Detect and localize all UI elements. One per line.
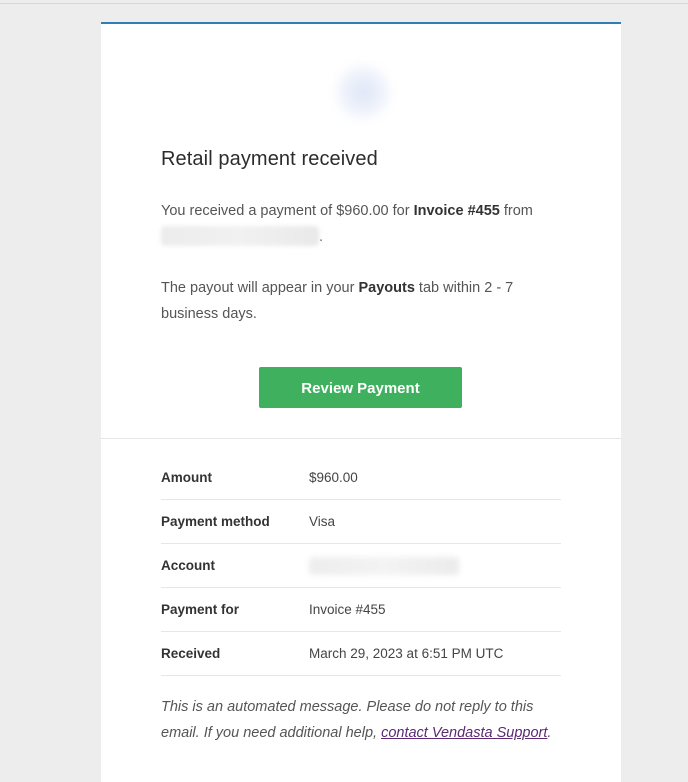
review-payment-button[interactable]: Review Payment — [259, 367, 462, 408]
email-card: Retail payment received You received a p… — [101, 22, 621, 782]
details-row-received: Received March 29, 2023 at 6:51 PM UTC — [161, 632, 561, 676]
payout-prefix: The payout will appear in your — [161, 280, 359, 296]
brand-logo-icon — [333, 62, 393, 122]
contact-support-link[interactable]: contact Vendasta Support — [381, 725, 547, 741]
account-label: Account — [161, 558, 215, 573]
amount-value: $960.00 — [309, 470, 358, 485]
email-title: Retail payment received — [161, 148, 378, 170]
details-row-account: Account — [161, 544, 561, 588]
payment-for-value: Invoice #455 — [309, 602, 386, 617]
payout-message: The payout will appear in your Payouts t… — [161, 275, 561, 327]
amount-label: Amount — [161, 470, 212, 485]
redacted-customer-name — [161, 226, 319, 246]
footer-suffix: . — [547, 725, 552, 741]
received-value: March 29, 2023 at 6:51 PM UTC — [309, 646, 504, 661]
intro-middle: from — [499, 203, 533, 219]
redacted-account-value — [309, 556, 459, 575]
details-row-amount: Amount $960.00 — [161, 456, 561, 500]
details-row-payment-method: Payment method Visa — [161, 500, 561, 544]
intro-prefix: You received a payment of $960.00 for — [161, 203, 414, 219]
payment-method-value: Visa — [309, 514, 336, 529]
automated-message-note: This is an automated message. Please do … — [161, 694, 561, 746]
account-value — [309, 556, 459, 575]
payment-received-message: You received a payment of $960.00 for In… — [161, 198, 561, 250]
details-row-payment-for: Payment for Invoice #455 — [161, 588, 561, 632]
page-top-border — [0, 3, 688, 4]
payment-for-label: Payment for — [161, 602, 240, 617]
payouts-tab-name: Payouts — [358, 280, 415, 296]
received-label: Received — [161, 646, 221, 661]
section-divider — [101, 438, 621, 439]
invoice-number: Invoice #455 — [413, 203, 500, 219]
intro-suffix: . — [319, 229, 324, 245]
payment-method-label: Payment method — [161, 514, 270, 529]
payment-details-table: Amount $960.00 Payment method Visa Accou… — [161, 456, 561, 676]
